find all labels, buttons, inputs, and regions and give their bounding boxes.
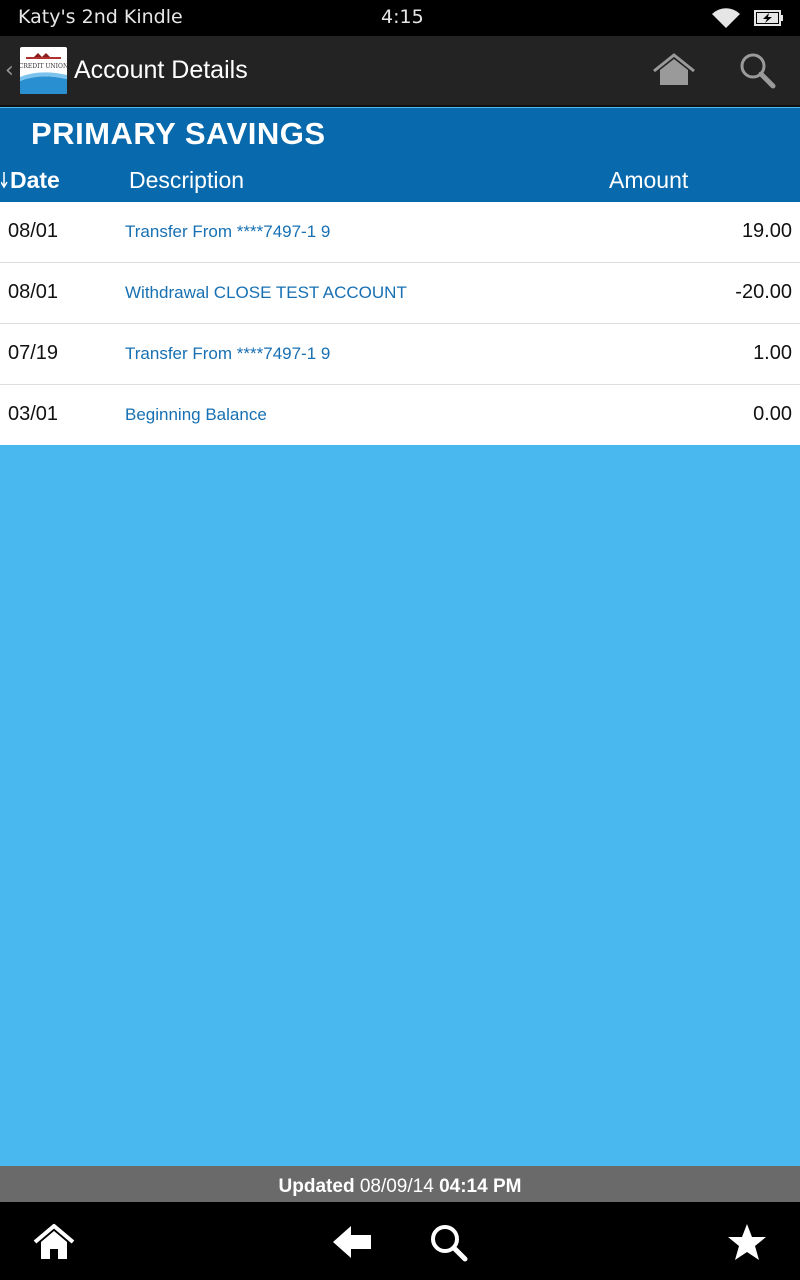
transaction-description-link[interactable]: Transfer From ****7497-1 9 bbox=[125, 222, 330, 242]
back-chevron-icon[interactable]: ‹ bbox=[5, 58, 14, 83]
back-arrow-icon[interactable] bbox=[331, 1222, 375, 1262]
transaction-date: 03/01 bbox=[8, 403, 59, 425]
transaction-amount: 19.00 bbox=[741, 220, 792, 242]
action-bar: ‹ CREDIT UNION Account Details bbox=[0, 36, 800, 107]
transaction-description-link[interactable]: Beginning Balance bbox=[125, 405, 267, 425]
updated-label: Updated bbox=[278, 1176, 355, 1197]
transaction-date: 08/01 bbox=[8, 220, 59, 242]
search-icon[interactable] bbox=[736, 50, 778, 92]
bottom-nav bbox=[0, 1202, 800, 1280]
updated-time: 04:14 PM bbox=[439, 1176, 522, 1197]
transaction-description-link[interactable]: Transfer From ****7497-1 9 bbox=[125, 344, 330, 364]
credit-union-logo[interactable]: CREDIT UNION bbox=[20, 47, 67, 94]
star-icon[interactable] bbox=[725, 1222, 769, 1262]
status-bar: Katy's 2nd Kindle 4:15 bbox=[0, 0, 800, 36]
updated-bar: Updated 08/09/14 04:14 PM bbox=[0, 1166, 800, 1202]
svg-text:CREDIT UNION: CREDIT UNION bbox=[20, 63, 67, 70]
page-title: Account Details bbox=[74, 56, 248, 84]
transaction-amount: -20.00 bbox=[735, 281, 792, 303]
status-clock: 4:15 bbox=[381, 6, 424, 28]
transaction-description-link[interactable]: Withdrawal CLOSE TEST ACCOUNT bbox=[125, 283, 407, 303]
transaction-amount: 0.00 bbox=[753, 403, 792, 425]
home-icon[interactable] bbox=[650, 51, 698, 91]
account-header: PRIMARY SAVINGS Date Description Amount bbox=[0, 108, 800, 202]
transactions-table: 08/01 Transfer From ****7497-1 9 19.00 0… bbox=[0, 202, 800, 445]
column-header-description[interactable]: Description bbox=[129, 167, 244, 194]
table-row[interactable]: 07/19 Transfer From ****7497-1 9 1.00 bbox=[0, 324, 800, 385]
table-row[interactable]: 08/01 Withdrawal CLOSE TEST ACCOUNT -20.… bbox=[0, 263, 800, 324]
transaction-amount: 1.00 bbox=[753, 342, 792, 364]
account-title: PRIMARY SAVINGS bbox=[31, 116, 326, 151]
column-header-amount[interactable]: Amount bbox=[609, 167, 688, 194]
search-icon[interactable] bbox=[427, 1222, 471, 1262]
transaction-date: 07/19 bbox=[8, 342, 59, 364]
battery-charging-icon bbox=[754, 10, 783, 26]
wifi-icon bbox=[712, 8, 740, 28]
home-icon[interactable] bbox=[32, 1222, 76, 1262]
updated-date: 08/09/14 bbox=[359, 1176, 434, 1197]
table-row[interactable]: 03/01 Beginning Balance 0.00 bbox=[0, 385, 800, 445]
column-header-date[interactable]: Date bbox=[10, 167, 60, 194]
transaction-date: 08/01 bbox=[8, 281, 59, 303]
device-name: Katy's 2nd Kindle bbox=[18, 6, 183, 28]
table-row[interactable]: 08/01 Transfer From ****7497-1 9 19.00 bbox=[0, 202, 800, 263]
